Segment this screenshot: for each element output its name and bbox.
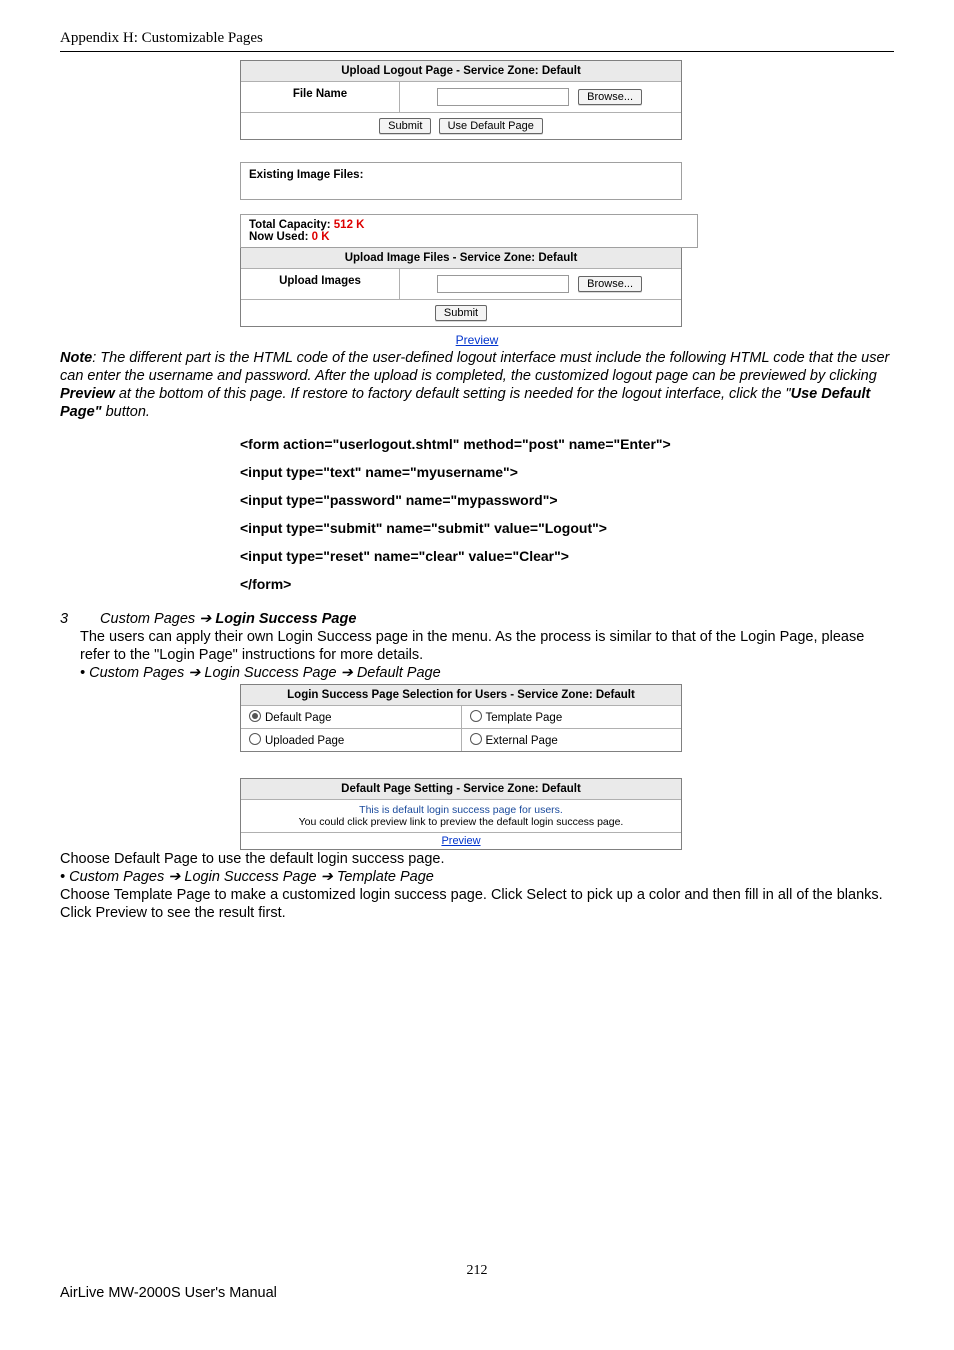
radio-icon: [249, 710, 261, 722]
note-p2: at the bottom of this page. If restore t…: [115, 386, 791, 402]
note-preview-bold: Preview: [60, 386, 115, 402]
after-line-2: • Custom Pages ➔ Login Success Page ➔ Te…: [60, 868, 894, 886]
note-paragraph: Note: The different part is the HTML cod…: [60, 349, 894, 422]
header-rule: [60, 51, 894, 52]
default-page-setting-title: Default Page Setting - Service Zone: Def…: [241, 779, 681, 800]
upload-logout-title: Upload Logout Page - Service Zone: Defau…: [241, 61, 681, 82]
default-page-preview-link[interactable]: Preview: [241, 833, 681, 849]
radio-label: Uploaded Page: [265, 735, 344, 747]
existing-image-files-box: Existing Image Files:: [240, 162, 682, 200]
upload-images-cell: Browse...: [400, 269, 681, 299]
after-line-1: Choose Default Page to use the default l…: [60, 850, 894, 868]
file-name-cell: Browse...: [400, 82, 681, 112]
upload-images-title: Upload Image Files - Service Zone: Defau…: [241, 248, 681, 269]
section-3-hdr-part2: Login Success Page: [215, 611, 356, 627]
default-page-setting-body: This is default login success page for u…: [241, 800, 681, 833]
login-success-title: Login Success Page Selection for Users -…: [241, 685, 681, 706]
manual-title: AirLive MW-2000S User's Manual: [60, 1285, 894, 1301]
now-used-value: 0 K: [312, 231, 330, 243]
capacity-box: Total Capacity: 512 K Now Used: 0 K: [240, 214, 698, 248]
after-line-3: Choose Template Page to make a customize…: [60, 886, 894, 922]
radio-label: Default Page: [265, 712, 332, 724]
section-3: 3 Custom Pages ➔ Login Success Page The …: [60, 610, 894, 683]
default-page-setting-table: Default Page Setting - Service Zone: Def…: [240, 778, 682, 850]
upload-logout-buttons: Submit Use Default Page: [241, 113, 681, 139]
login-success-selection-table: Login Success Page Selection for Users -…: [240, 684, 682, 752]
use-default-button[interactable]: Use Default Page: [439, 118, 543, 134]
section-3-number: 3: [60, 610, 96, 628]
after-text-block: Choose Default Page to use the default l…: [60, 850, 894, 923]
radio-uploaded-page[interactable]: Uploaded Page: [241, 729, 462, 751]
code-line-4: <input type="submit" name="submit" value…: [240, 514, 894, 542]
arrow-icon: ➔: [199, 611, 211, 627]
default-page-msg-2: You could click preview link to preview …: [245, 816, 677, 828]
radio-template-page[interactable]: Template Page: [462, 706, 682, 728]
upload-logout-table: Upload Logout Page - Service Zone: Defau…: [240, 60, 682, 140]
note-word: Note: [60, 350, 92, 366]
radio-external-page[interactable]: External Page: [462, 729, 682, 751]
browse-image-button[interactable]: Browse...: [578, 276, 642, 292]
submit-button[interactable]: Submit: [379, 118, 431, 134]
section-3-hdr-part1: Custom Pages: [100, 611, 195, 627]
code-line-5: <input type="reset" name="clear" value="…: [240, 542, 894, 570]
existing-image-files-label: Existing Image Files:: [241, 163, 681, 199]
default-page-msg-1: This is default login success page for u…: [245, 804, 677, 816]
submit-image-button[interactable]: Submit: [435, 305, 487, 321]
image-file-input[interactable]: [437, 275, 569, 293]
radio-default-page[interactable]: Default Page: [241, 706, 462, 728]
page-number: 212: [60, 1263, 894, 1279]
code-line-3: <input type="password" name="mypassword"…: [240, 486, 894, 514]
upload-images-buttons: Submit: [241, 300, 681, 326]
radio-label: Template Page: [486, 712, 563, 724]
code-line-1: <form action="userlogout.shtml" method="…: [240, 430, 894, 458]
preview-link-top[interactable]: Preview: [60, 333, 894, 347]
section-3-bullet-1: • Custom Pages ➔ Login Success Page ➔ De…: [80, 664, 894, 682]
note-p3: button.: [102, 404, 150, 420]
radio-icon: [470, 733, 482, 745]
html-code-block: <form action="userlogout.shtml" method="…: [240, 430, 894, 598]
code-line-6: </form>: [240, 570, 894, 598]
upload-images-table: Upload Image Files - Service Zone: Defau…: [240, 248, 682, 327]
appendix-header: Appendix H: Customizable Pages: [60, 30, 894, 47]
radio-label: External Page: [486, 735, 558, 747]
total-capacity-label: Total Capacity:: [249, 219, 331, 231]
page-footer: 212 AirLive MW-2000S User's Manual: [60, 1263, 894, 1301]
now-used-label: Now Used:: [249, 231, 308, 243]
file-name-label: File Name: [241, 82, 400, 112]
upload-images-label: Upload Images: [241, 269, 400, 299]
section-3-body: The users can apply their own Login Succ…: [80, 628, 894, 664]
note-p1: : The different part is the HTML code of…: [60, 350, 889, 384]
total-capacity-value: 512 K: [334, 219, 365, 231]
radio-icon: [249, 733, 261, 745]
code-line-2: <input type="text" name="myusername">: [240, 458, 894, 486]
browse-button[interactable]: Browse...: [578, 89, 642, 105]
file-name-input[interactable]: [437, 88, 569, 106]
radio-icon: [470, 710, 482, 722]
